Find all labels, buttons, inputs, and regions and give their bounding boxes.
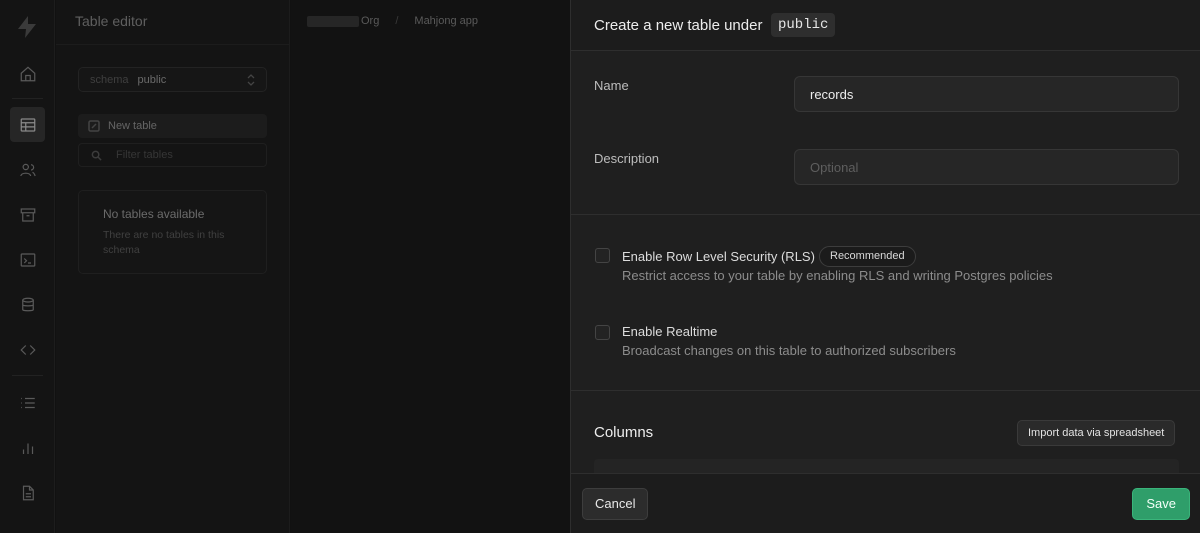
filter-placeholder: Filter tables — [116, 149, 173, 161]
table-editor-title: Table editor — [75, 13, 148, 29]
logo-icon[interactable] — [14, 14, 40, 40]
columns-list — [594, 459, 1179, 473]
redacted-org-name — [307, 15, 359, 27]
realtime-checkbox[interactable] — [595, 325, 610, 340]
rls-checkbox[interactable] — [595, 248, 610, 263]
list-icon[interactable] — [10, 385, 45, 420]
home-icon[interactable] — [10, 56, 45, 91]
edit-icon — [88, 120, 100, 132]
users-icon[interactable] — [10, 152, 45, 187]
name-label: Name — [594, 78, 629, 93]
icon-rail — [0, 0, 55, 533]
rls-title: Enable Row Level Security (RLS) — [622, 249, 815, 264]
rail-divider — [12, 375, 43, 376]
rls-description: Restrict access to your table by enablin… — [622, 268, 1053, 283]
breadcrumb-separator: / — [395, 15, 399, 27]
save-button[interactable]: Save — [1132, 488, 1190, 520]
description-input[interactable] — [794, 149, 1179, 185]
database-icon[interactable] — [10, 287, 45, 322]
document-icon[interactable] — [10, 475, 45, 510]
import-spreadsheet-button[interactable]: Import data via spreadsheet — [1017, 420, 1176, 446]
bar-chart-icon[interactable] — [10, 430, 45, 465]
table-icon[interactable] — [10, 107, 45, 142]
panel-header: Create a new table under public — [571, 0, 1200, 51]
section-divider — [571, 214, 1200, 215]
search-icon — [91, 150, 102, 161]
schema-selector[interactable]: schema public — [78, 67, 267, 92]
empty-state-description: There are no tables in this schema — [103, 229, 225, 256]
schema-chip: public — [771, 13, 836, 37]
columns-title: Columns — [594, 424, 654, 441]
main-area: Org / Mahjong app — [291, 0, 570, 533]
archive-icon[interactable] — [10, 197, 45, 232]
breadcrumb-org[interactable]: Org — [361, 15, 379, 27]
realtime-title: Enable Realtime — [622, 324, 718, 339]
recommended-badge: Recommended — [819, 246, 916, 267]
description-label: Description — [594, 151, 660, 166]
table-editor-panel: Table editor schema public New table Fil… — [56, 0, 290, 533]
panel-footer: Cancel Save — [571, 473, 1200, 533]
name-input[interactable] — [794, 76, 1179, 112]
new-table-label: New table — [108, 120, 157, 132]
chevron-up-down-icon — [247, 74, 255, 86]
create-table-panel: Create a new table under public Name Des… — [570, 0, 1200, 533]
empty-state: No tables available There are no tables … — [78, 190, 267, 274]
cancel-button[interactable]: Cancel — [582, 488, 649, 520]
filter-tables-input[interactable]: Filter tables — [78, 143, 267, 167]
terminal-icon[interactable] — [10, 242, 45, 277]
breadcrumb: Org / Mahjong app — [307, 15, 478, 27]
section-divider — [571, 390, 1200, 391]
realtime-description: Broadcast changes on this table to autho… — [622, 343, 956, 358]
header-divider — [56, 44, 290, 45]
rail-divider — [12, 98, 43, 99]
empty-state-title: No tables available — [103, 207, 205, 221]
app-root: Table editor schema public New table Fil… — [0, 0, 1200, 533]
code-icon[interactable] — [10, 332, 45, 367]
schema-value: public — [137, 73, 167, 86]
new-table-button[interactable]: New table — [78, 114, 267, 138]
panel-title: Create a new table under — [594, 17, 763, 34]
schema-label: schema — [90, 73, 129, 86]
breadcrumb-project[interactable]: Mahjong app — [414, 15, 478, 27]
